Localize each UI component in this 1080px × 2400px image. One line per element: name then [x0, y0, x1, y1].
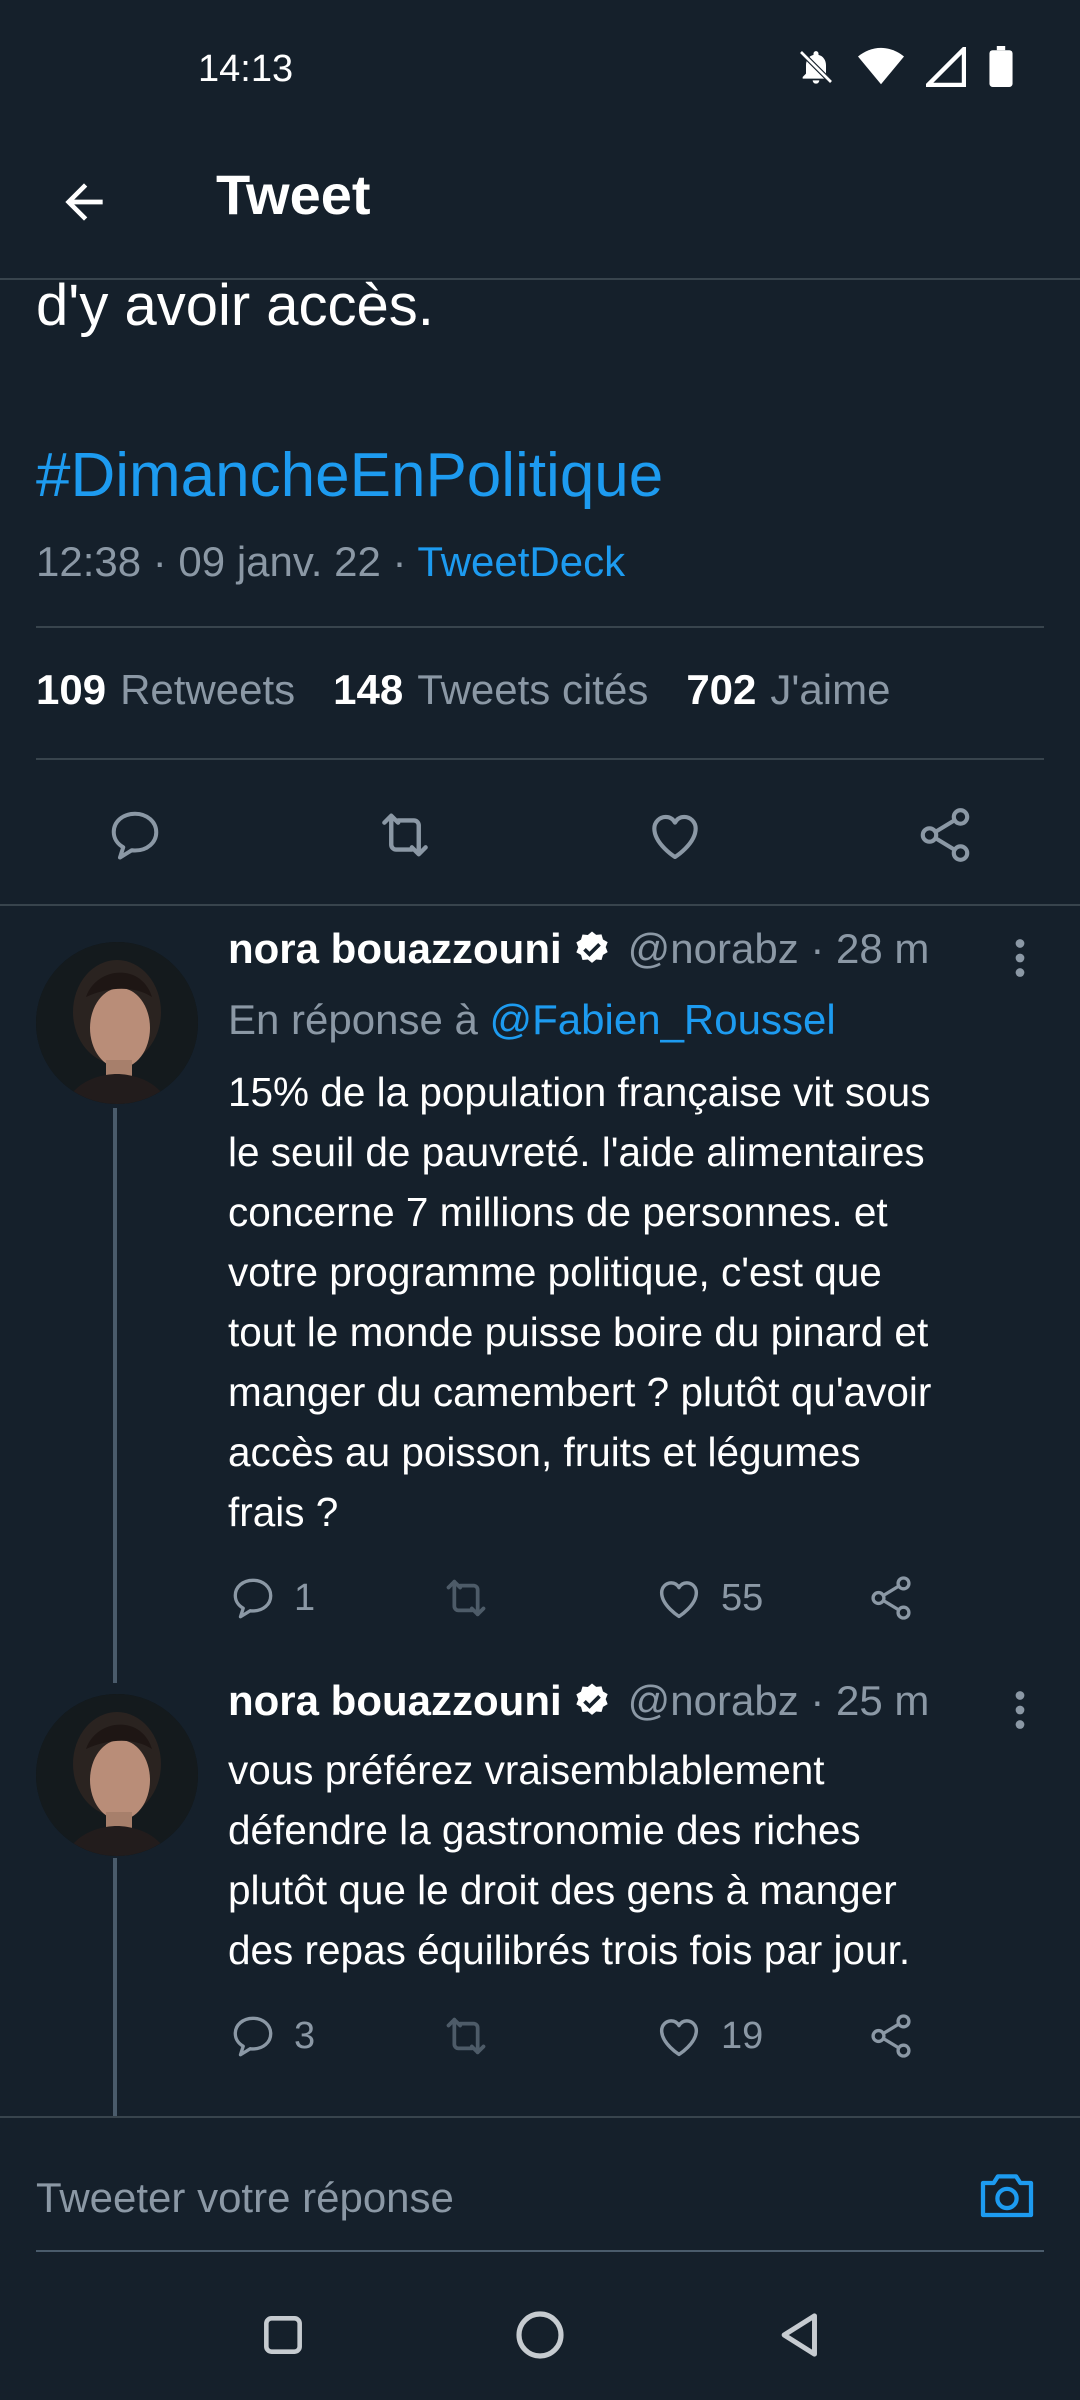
retweet-icon — [446, 2017, 486, 2055]
status-bar: 14:13 — [0, 0, 1080, 140]
mention-link[interactable]: @Fabien_Roussel — [490, 996, 836, 1043]
likes-stat[interactable]: 702 J'aime — [686, 666, 890, 714]
hashtag-link[interactable]: #DimancheEnPolitique — [36, 440, 663, 511]
retweet-icon — [382, 813, 428, 857]
reply-count: 1 — [294, 1576, 316, 1619]
like-icon — [659, 2019, 699, 2057]
author-name[interactable]: nora bouazzouni — [228, 1677, 562, 1725]
reply-text: vous préférez vraisemblablement défendre… — [228, 1747, 911, 1973]
thread-line — [113, 1858, 117, 2116]
more-button[interactable] — [1008, 1680, 1032, 1740]
tweet-timestamp: 12:38 · 09 janv. 22 · — [36, 538, 418, 585]
status-icons — [796, 46, 1014, 88]
divider — [0, 2116, 1080, 2118]
more-button[interactable] — [1008, 928, 1032, 988]
recents-icon — [264, 2316, 302, 2354]
more-icon — [1015, 939, 1025, 977]
share-button[interactable] — [910, 800, 980, 870]
reply-button[interactable]: 3 — [228, 2006, 315, 2066]
recents-button[interactable] — [248, 2300, 318, 2370]
share-icon — [871, 1576, 911, 1620]
bell-muted-icon — [796, 47, 836, 87]
signal-icon — [926, 47, 966, 87]
reply-count: 3 — [294, 2014, 316, 2057]
nav-bar — [0, 2270, 1080, 2400]
verified-badge-icon — [575, 931, 608, 963]
like-icon — [659, 1581, 699, 1619]
author-handle: @norabz · 28 m — [627, 925, 930, 972]
reply-button[interactable]: 1 — [228, 1568, 315, 1628]
tweet-text: d'y avoir accès. — [36, 273, 434, 338]
tweet-actions — [0, 790, 1080, 880]
reply-actions: 1 55 — [228, 1568, 928, 1628]
camera-icon — [980, 2174, 1034, 2218]
home-icon — [516, 2311, 564, 2359]
more-icon — [1015, 1691, 1025, 1729]
back-button[interactable] — [50, 168, 118, 236]
page-title: Tweet — [216, 163, 371, 226]
back-arrow-icon — [65, 183, 103, 221]
reply-input[interactable] — [36, 2158, 936, 2238]
retweet-icon — [446, 1579, 486, 1617]
divider — [36, 758, 1044, 760]
reply-icon — [233, 2016, 273, 2057]
battery-icon — [988, 46, 1014, 88]
home-button[interactable] — [505, 2300, 575, 2370]
share-icon — [920, 808, 970, 862]
avatar[interactable] — [36, 942, 198, 1104]
author-handle: @norabz · 25 m — [627, 1677, 930, 1724]
back-nav-button[interactable] — [766, 2300, 836, 2370]
share-icon — [871, 2014, 911, 2058]
like-button[interactable]: 55 — [653, 1568, 763, 1628]
reply-header: nora bouazzouni @norabz · 28 m — [228, 914, 929, 984]
header: Tweet — [0, 140, 1080, 280]
reply-header: nora bouazzouni @norabz · 25 m — [228, 1666, 929, 1736]
reply-text: 15% de la population française vit sous … — [228, 1069, 932, 1535]
divider — [0, 904, 1080, 906]
share-button[interactable] — [866, 1568, 916, 1628]
like-button[interactable]: 19 — [653, 2006, 763, 2066]
divider — [36, 626, 1044, 628]
avatar[interactable] — [36, 1694, 198, 1856]
retweets-stat[interactable]: 109 Retweets — [36, 666, 295, 714]
share-button[interactable] — [866, 2006, 916, 2066]
reply-icon — [233, 1578, 273, 1619]
input-underline — [36, 2250, 1044, 2252]
back-nav-icon — [781, 2313, 817, 2357]
wifi-icon — [858, 47, 904, 87]
retweet-button[interactable] — [438, 1568, 510, 1628]
reply-icon — [111, 811, 159, 860]
like-icon — [652, 814, 698, 860]
verified-badge-icon — [575, 1683, 608, 1715]
tweet-meta: 12:38 · 09 janv. 22 · TweetDeck — [36, 538, 625, 586]
tweet-stats: 109 Retweets 148 Tweets cités 702 J'aime — [36, 666, 890, 714]
quotes-stat[interactable]: 148 Tweets cités — [333, 666, 648, 714]
reply-to-line: En réponse à @Fabien_Roussel — [228, 996, 836, 1043]
retweet-button[interactable] — [438, 2006, 510, 2066]
camera-button[interactable] — [972, 2160, 1042, 2230]
author-name[interactable]: nora bouazzouni — [228, 925, 562, 973]
like-button[interactable] — [640, 800, 710, 870]
reply-actions: 3 19 — [228, 2006, 928, 2066]
retweet-button[interactable] — [370, 800, 440, 870]
tweet-source-link[interactable]: TweetDeck — [417, 538, 625, 585]
thread-line — [113, 1108, 117, 1683]
status-time: 14:13 — [198, 48, 294, 90]
reply-button[interactable] — [100, 800, 170, 870]
like-count: 19 — [721, 2014, 764, 2057]
like-count: 55 — [721, 1576, 764, 1619]
